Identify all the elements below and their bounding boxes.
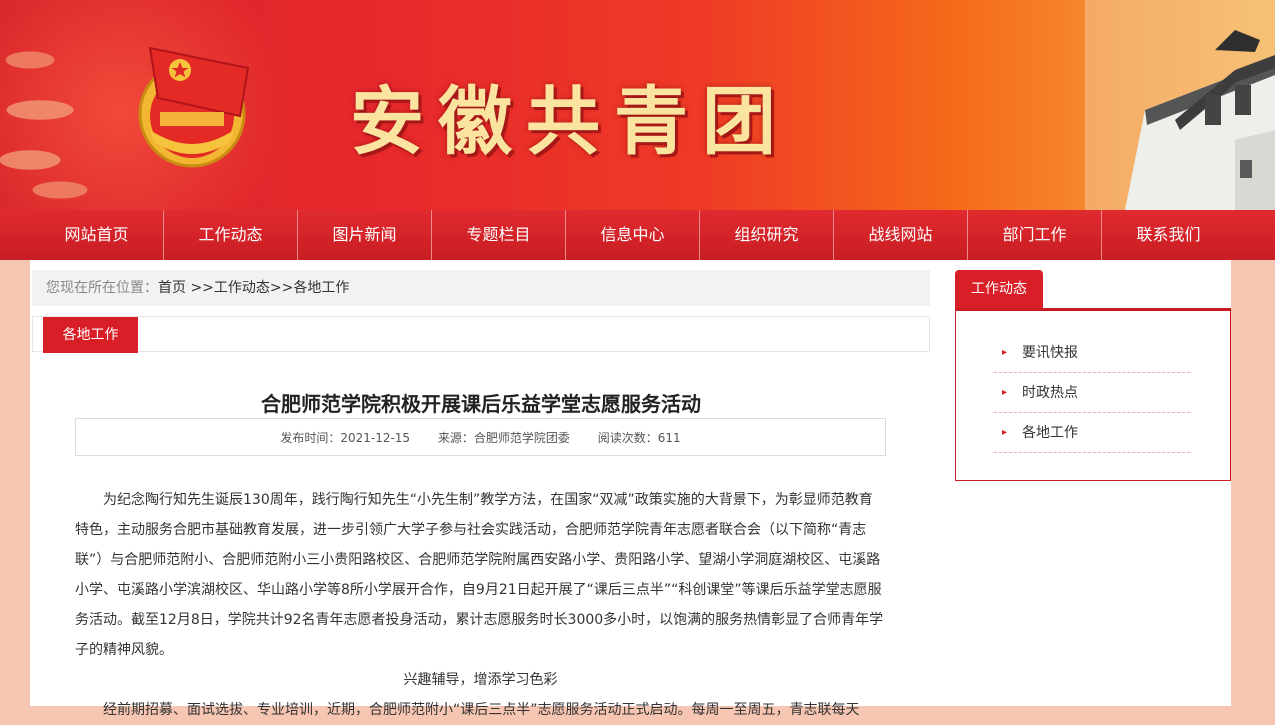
- sidebar-header: 工作动态: [955, 270, 1231, 311]
- bullet-arrow-icon: ▸: [1002, 387, 1008, 398]
- nav-special-topics[interactable]: 专题栏目: [432, 210, 566, 260]
- section-header: 各地工作: [32, 316, 930, 353]
- nav-work-news[interactable]: 工作动态: [164, 210, 298, 260]
- nav-home[interactable]: 网站首页: [30, 210, 164, 260]
- breadcrumb-local-work-link[interactable]: 各地工作: [293, 280, 349, 296]
- youth-league-emblem-icon[interactable]: [130, 38, 262, 170]
- article-paragraph: 经前期招募、面试选拔、专业培训，近期，合肥师范附小“课后三点半”志愿服务活动正式…: [103, 702, 860, 718]
- nav-front-sites[interactable]: 战线网站: [834, 210, 968, 260]
- nav-info-center[interactable]: 信息中心: [566, 210, 700, 260]
- article-title: 合肥师范学院积极开展课后乐益学堂志愿服务活动: [261, 392, 701, 416]
- site-title: 安徽共青团: [350, 79, 790, 165]
- breadcrumb-prefix: 您现在所在位置：: [46, 280, 158, 296]
- sidebar: 工作动态 ▸ 要讯快报 ▸ 时政热点 ▸ 各地工作: [955, 270, 1231, 481]
- breadcrumb-home-link[interactable]: 首页: [158, 280, 186, 296]
- header-banner: 安徽共青团: [0, 0, 1275, 210]
- pine-tree-decoration: [0, 20, 110, 210]
- view-count: 阅读次数：611: [597, 431, 681, 445]
- article-subheading: 兴趣辅导，增添学习色彩: [403, 672, 558, 688]
- sidebar-item-news-flash[interactable]: ▸ 要讯快报: [994, 333, 1190, 373]
- nav-contact-us[interactable]: 联系我们: [1102, 210, 1235, 260]
- article-source: 来源：合肥师范学院团委: [437, 431, 570, 445]
- nav-department-work[interactable]: 部门工作: [968, 210, 1102, 260]
- article-meta: 发布时间：2021-12-15 来源：合肥师范学院团委 阅读次数：611: [75, 418, 886, 456]
- sidebar-item-label: 各地工作: [1022, 425, 1078, 441]
- sidebar-item-label: 要讯快报: [1022, 345, 1078, 361]
- breadcrumb-separator: >>: [269, 280, 294, 296]
- publish-date: 发布时间：2021-12-15: [280, 431, 411, 445]
- hui-architecture-decoration: [1085, 0, 1275, 210]
- article-paragraph: 为纪念陶行知先生诞辰130周年，践行陶行知先生“小先生制”教学方法，在国家“双减…: [75, 492, 884, 658]
- nav-org-research[interactable]: 组织研究: [700, 210, 834, 260]
- main-nav: 网站首页 工作动态 图片新闻 专题栏目 信息中心 组织研究 战线网站 部门工作 …: [0, 210, 1275, 260]
- sidebar-item-label: 时政热点: [1022, 385, 1078, 401]
- bullet-arrow-icon: ▸: [1002, 427, 1008, 438]
- bullet-arrow-icon: ▸: [1002, 347, 1008, 358]
- sidebar-item-current-affairs[interactable]: ▸ 时政热点: [994, 373, 1190, 413]
- sidebar-tab[interactable]: 工作动态: [955, 270, 1043, 308]
- article-body: 为纪念陶行知先生诞辰130周年，践行陶行知先生“小先生制”教学方法，在国家“双减…: [75, 485, 886, 725]
- nav-photo-news[interactable]: 图片新闻: [298, 210, 432, 260]
- sidebar-item-local-work[interactable]: ▸ 各地工作: [994, 413, 1190, 453]
- breadcrumb-work-news-link[interactable]: 工作动态: [214, 280, 270, 296]
- content-wrapper: 您现在所在位置：首页 >>工作动态>>各地工作 各地工作 合肥师范学院积极开展课…: [30, 260, 1231, 718]
- breadcrumb-separator: >>: [186, 280, 214, 296]
- breadcrumb: 您现在所在位置：首页 >>工作动态>>各地工作: [32, 270, 930, 306]
- sidebar-menu: ▸ 要讯快报 ▸ 时政热点 ▸ 各地工作: [955, 311, 1231, 481]
- section-label: 各地工作: [43, 317, 138, 353]
